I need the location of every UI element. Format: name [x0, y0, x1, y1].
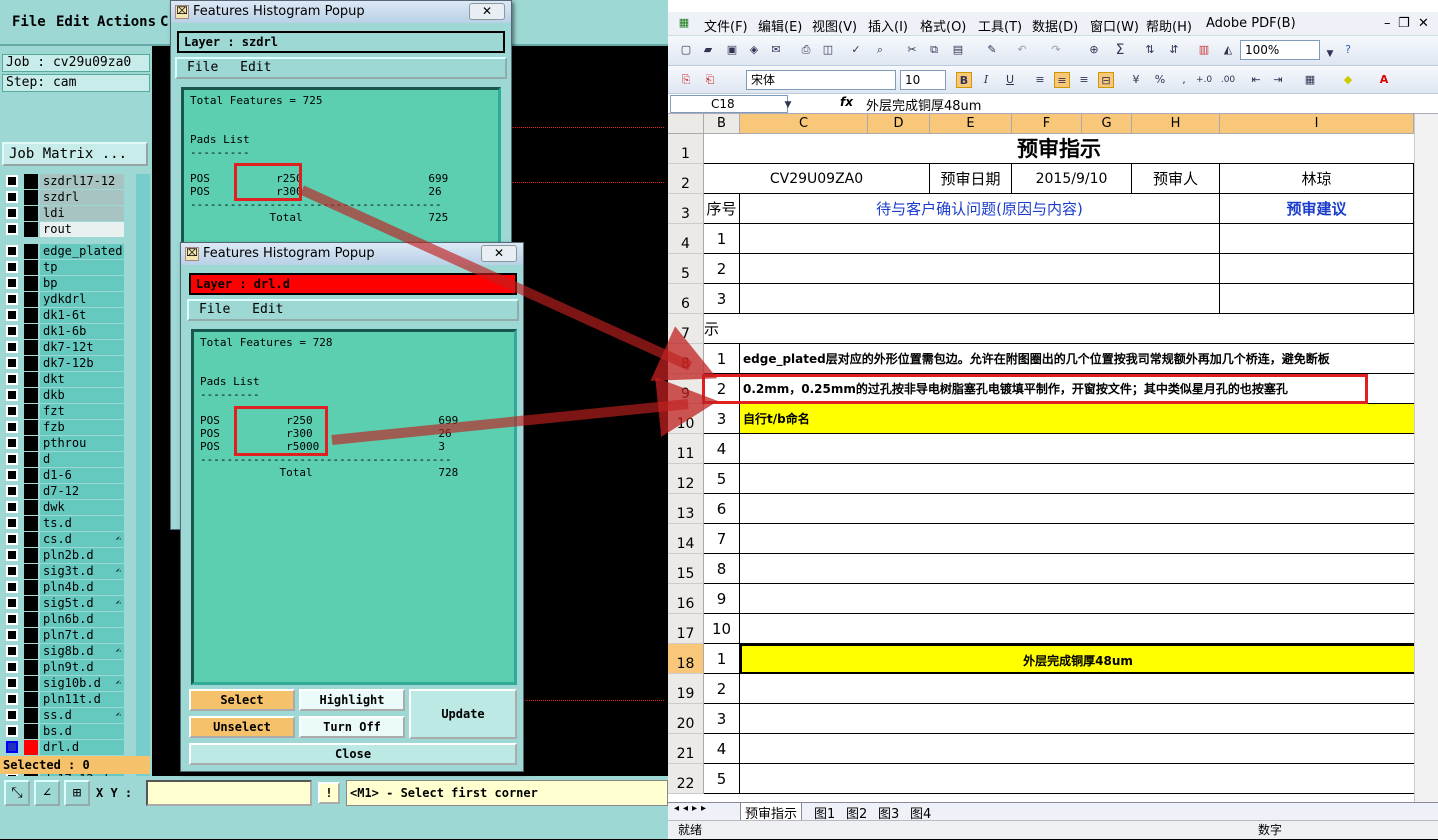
- arrow-to-row-9-second: [331, 377, 718, 445]
- arrow-to-row-9: [299, 185, 718, 381]
- annotation-arrows: [299, 185, 718, 445]
